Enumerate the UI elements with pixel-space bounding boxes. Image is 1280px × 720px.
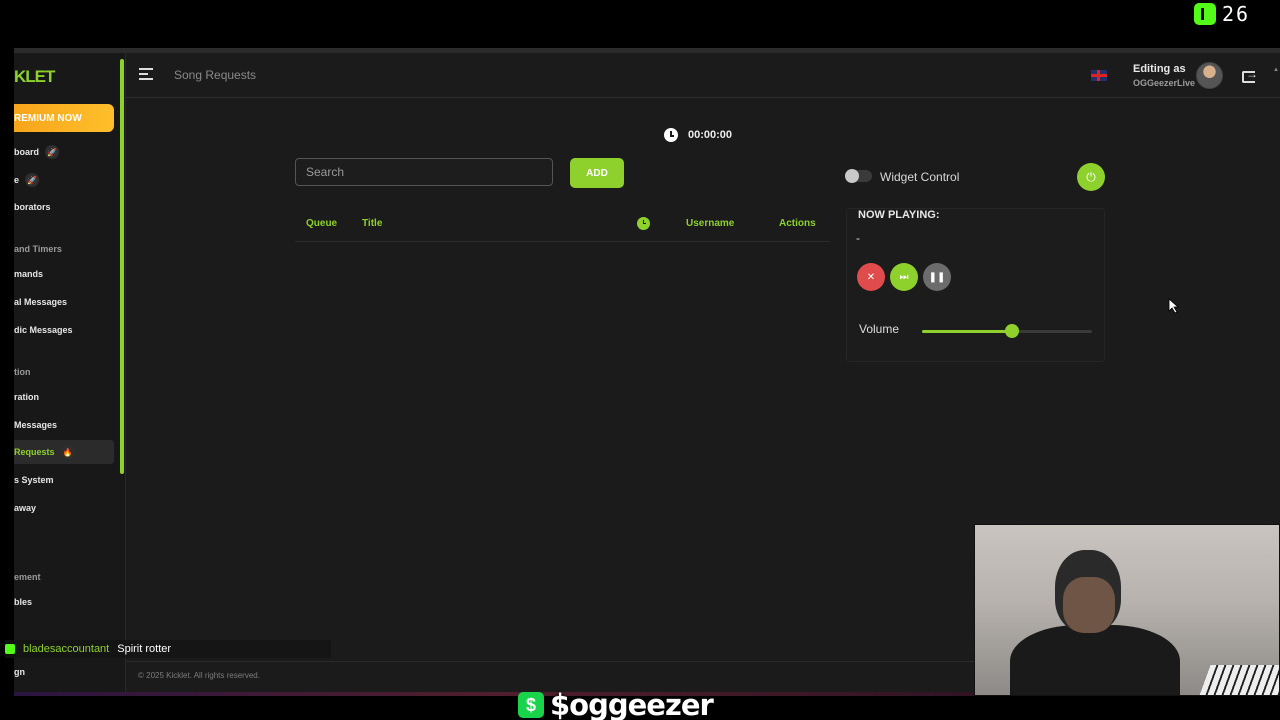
- sidebar-item-label: Requests: [14, 447, 55, 457]
- premium-button[interactable]: REMIUM NOW: [14, 104, 114, 132]
- pause-button[interactable]: ❚❚: [923, 263, 951, 291]
- mouse-cursor-icon: [1168, 298, 1180, 314]
- kick-badge-icon: [5, 644, 15, 654]
- power-icon: ⏻: [1086, 169, 1096, 184]
- footer-copyright: © 2025 Kicklet. All rights reserved.: [138, 671, 260, 680]
- timer-value: 00:00:00: [688, 129, 733, 141]
- widget-control-label: Widget Control: [880, 170, 960, 184]
- viewer-count: 26: [1180, 0, 1280, 28]
- page-scrollbar[interactable]: [1272, 53, 1280, 97]
- sidebar-section-moderation: tion: [14, 367, 31, 377]
- skip-button[interactable]: ⏭: [890, 263, 918, 291]
- chat-message: bladesaccountant Spirit rotter: [5, 640, 332, 658]
- sidebar-section-commands: and Timers: [14, 244, 62, 254]
- sidebar-item-commands[interactable]: mands: [14, 266, 43, 282]
- widget-control-toggle[interactable]: [845, 169, 872, 183]
- stop-button[interactable]: ✕: [857, 263, 885, 291]
- cashtag-banner: $ $oggeezer: [518, 688, 714, 720]
- close-icon: ✕: [866, 271, 876, 283]
- sidebar-item-dashboard[interactable]: board 🚀: [14, 144, 60, 160]
- cashtag-text: $oggeezer: [550, 688, 714, 720]
- sidebar-item-label: al Messages: [14, 297, 68, 307]
- avatar[interactable]: [1196, 62, 1223, 89]
- volume-fill: [922, 330, 1013, 333]
- volume-label: Volume: [859, 322, 900, 336]
- sidebar-item-label: gn: [14, 667, 25, 677]
- chat-username: bladesaccountant: [23, 643, 110, 655]
- power-button[interactable]: ⏻: [1077, 163, 1105, 191]
- duration-clock-icon: [637, 217, 650, 230]
- now-playing-card: NOW PLAYING: - ✕ ⏭ ❚❚ Volume: [846, 208, 1105, 362]
- sidebar-item-event-messages[interactable]: Messages: [14, 417, 57, 433]
- column-queue[interactable]: Queue: [306, 218, 337, 229]
- sidebar-item-giveaway[interactable]: away: [14, 500, 36, 516]
- logout-icon[interactable]: [1242, 67, 1258, 83]
- sidebar-item-periodic-messages[interactable]: dic Messages: [14, 322, 73, 338]
- editing-username: OGGeezerLive: [1133, 78, 1196, 88]
- rocket-icon: 🚀: [45, 145, 60, 159]
- sidebar-item-label: Messages: [14, 420, 58, 430]
- sidebar-item-label: board: [14, 147, 40, 157]
- sidebar-item-label: s System: [14, 475, 54, 485]
- webcam-feed: [974, 524, 1280, 696]
- column-title[interactable]: Title: [362, 218, 382, 229]
- clock-icon: [664, 128, 678, 142]
- cash-app-icon: $: [518, 692, 544, 718]
- now-playing-song: -: [856, 231, 860, 245]
- column-username[interactable]: Username: [686, 218, 734, 229]
- sidebar-item-label: away: [14, 503, 37, 513]
- sidebar-item-label: mands: [14, 269, 44, 279]
- sidebar-item-design[interactable]: gn: [14, 664, 25, 680]
- table-divider: [295, 241, 830, 242]
- kick-logo-icon: [1194, 3, 1216, 25]
- sidebar-item-2[interactable]: e 🚀: [14, 172, 40, 188]
- chat-text: Spirit rotter: [117, 643, 172, 655]
- editing-as: Editing as OGGeezerLive: [1133, 63, 1195, 88]
- sidebar-item-label: ration: [14, 392, 40, 402]
- sidebar-item-label: bles: [14, 597, 33, 607]
- bottom-decor-bar: [14, 692, 974, 696]
- volume-thumb[interactable]: [1005, 324, 1020, 338]
- viewer-count-value: 26: [1222, 2, 1251, 26]
- sidebar-item-variables[interactable]: bles: [14, 594, 32, 610]
- webcam-person-face: [1063, 577, 1115, 633]
- column-actions: Actions: [779, 218, 816, 229]
- queue-timer: 00:00:00: [664, 128, 732, 142]
- sidebar-item-points-system[interactable]: s System: [14, 472, 54, 488]
- sidebar-item-label: borators: [14, 202, 51, 212]
- menu-toggle-icon[interactable]: [139, 68, 153, 80]
- top-header: Song Requests Editing as OGGeezerLive: [126, 53, 1280, 98]
- search-input[interactable]: [295, 158, 553, 186]
- sidebar-item-song-requests[interactable]: Requests 🔥: [14, 444, 75, 460]
- webcam-keyboard: [1199, 665, 1279, 695]
- sidebar-item-moderation[interactable]: ration: [14, 389, 39, 405]
- sidebar-item-collaborators[interactable]: borators: [14, 199, 51, 215]
- sidebar-item-messages[interactable]: al Messages: [14, 294, 67, 310]
- now-playing-title: NOW PLAYING:: [858, 209, 940, 221]
- pause-icon: ❚❚: [928, 271, 946, 283]
- webcam-person-body: [1010, 625, 1180, 695]
- fire-icon: 🔥: [60, 445, 75, 459]
- sidebar-section-management: ement: [14, 572, 41, 582]
- volume-slider[interactable]: [922, 324, 1092, 338]
- sidebar-item-label: dic Messages: [14, 325, 73, 335]
- add-button[interactable]: ADD: [570, 158, 624, 188]
- page-title: Song Requests: [174, 68, 257, 82]
- editing-label: Editing as: [1133, 63, 1186, 75]
- sidebar-scrollbar[interactable]: [120, 59, 124, 474]
- rocket-icon: 🚀: [25, 173, 40, 187]
- sidebar-item-label: e: [14, 175, 20, 185]
- sidebar: KLET REMIUM NOW board 🚀 e 🚀 borators and…: [14, 53, 126, 696]
- skip-icon: ⏭: [899, 271, 909, 283]
- uk-flag-icon[interactable]: [1091, 70, 1107, 81]
- app-logo[interactable]: KLET: [14, 67, 55, 87]
